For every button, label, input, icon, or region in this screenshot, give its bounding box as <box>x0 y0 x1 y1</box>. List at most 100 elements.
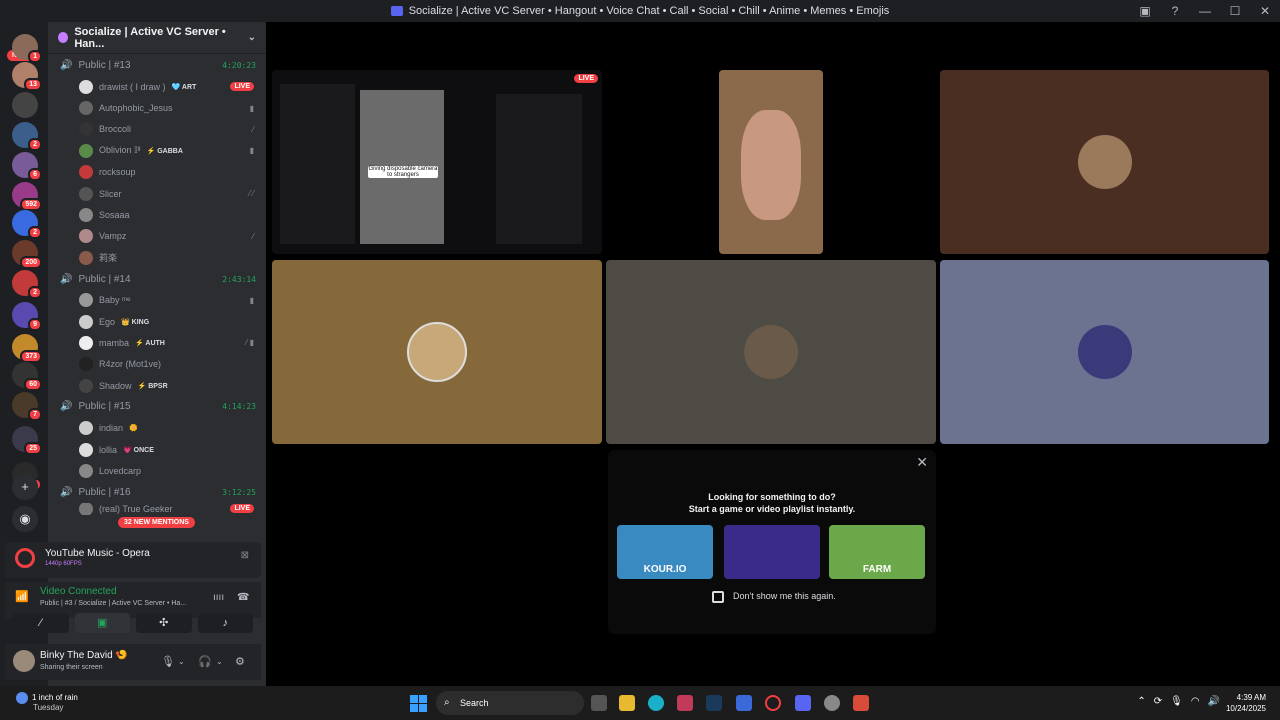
chevron-up-icon[interactable]: ⌃ <box>1137 696 1145 707</box>
server-icon[interactable]: 373 <box>12 334 42 363</box>
server-icon[interactable]: 2 <box>12 122 42 151</box>
voice-user[interactable]: lollia 💗 ONCE <box>48 439 266 460</box>
stream-comments <box>496 94 582 244</box>
game-card[interactable] <box>724 525 820 579</box>
camera-off-button[interactable]: ⁄ <box>13 613 69 633</box>
voice-user[interactable]: R4zor (Mot1ve) <box>48 354 266 375</box>
new-mentions-pill[interactable]: 32 NEW MENTIONS <box>118 517 195 528</box>
voice-channel[interactable]: 🔊 Public | #16 3:12:25 <box>48 482 266 503</box>
minimize-button[interactable]: — <box>1190 4 1220 18</box>
voice-user[interactable]: Sosaaa <box>48 204 266 225</box>
file-explorer-icon[interactable] <box>619 695 635 711</box>
steam-icon[interactable] <box>706 695 722 711</box>
voice-user[interactable]: Shadow ⚡ BPSR <box>48 375 266 396</box>
windows-start-icon[interactable] <box>410 695 427 712</box>
avatar[interactable] <box>13 650 35 672</box>
voice-user[interactable]: (real) True Geeker LIVE <box>48 502 266 515</box>
server-logo-icon <box>58 32 69 43</box>
app-tray-icon[interactable]: ⟳ <box>1154 696 1162 707</box>
server-icon[interactable]: 1 <box>12 34 42 63</box>
voice-channel[interactable]: 🔊 Public | #15 4:14:23 <box>48 396 266 417</box>
weather-widget[interactable]: 1 inch of rain Tuesday <box>16 692 78 712</box>
system-tray: ⌃ ⟳ 🎙 ◠ 🔊 <box>1137 696 1220 707</box>
discover-icon[interactable]: ◉ <box>12 506 38 532</box>
voice-user[interactable]: Oblivion 𝕀ᴵᴵ ⚡ GABBA ▮ <box>48 140 266 161</box>
avatar <box>79 357 93 372</box>
server-icon[interactable]: 6 <box>12 152 42 181</box>
voice-user[interactable]: rocksoup <box>48 162 266 183</box>
server-icon[interactable]: 9 <box>12 302 42 331</box>
participant-tile[interactable] <box>272 260 602 444</box>
stop-stream-icon[interactable]: ⊠ <box>241 550 249 561</box>
task-view-icon[interactable] <box>591 695 607 711</box>
clock[interactable]: 4:39 AM 10/24/2025 <box>1226 692 1266 714</box>
chevron-down-icon[interactable]: ⌄ <box>216 657 223 666</box>
participant-tile[interactable] <box>940 260 1269 444</box>
server-icon[interactable]: 2 <box>12 270 42 299</box>
avatar <box>1077 325 1132 379</box>
voice-user[interactable]: Slicer ⁄ ⁄ <box>48 183 266 204</box>
discord-icon[interactable] <box>795 695 811 711</box>
volume-icon[interactable]: 🔊 <box>1208 696 1220 707</box>
voice-user[interactable]: Vampz ⁄ <box>48 226 266 247</box>
soundboard-button[interactable]: ♪ <box>197 613 253 633</box>
help-icon[interactable]: ? <box>1160 4 1190 18</box>
voice-user[interactable]: Broccoli ⁄ <box>48 119 266 140</box>
maximize-button[interactable]: ☐ <box>1220 4 1250 18</box>
microphone-icon[interactable]: 🎙 <box>1170 696 1183 707</box>
server-icon[interactable]: 592 <box>12 182 42 211</box>
taskbar-search[interactable]: ⌕ Search <box>436 691 584 715</box>
chevron-down-icon[interactable]: ⌄ <box>178 657 185 666</box>
opera-icon[interactable] <box>765 695 781 711</box>
participant-tile[interactable] <box>606 260 936 444</box>
voice-user[interactable]: Autophobic_Jesus ▮ <box>48 97 266 118</box>
voice-user[interactable]: Lovedcarp <box>48 460 266 481</box>
voice-user[interactable]: indian 🌼 <box>48 417 266 438</box>
add-server-icon[interactable]: + <box>12 474 38 500</box>
server-icon[interactable]: 200 <box>12 240 42 269</box>
server-icon[interactable]: 7 <box>12 392 42 421</box>
settings-gear-icon[interactable]: ⚙ <box>235 655 245 668</box>
server-icon[interactable]: 2 <box>12 210 42 239</box>
window-controls: ▣ ? — ☐ ✕ <box>1130 0 1280 22</box>
edge-icon[interactable] <box>648 695 664 711</box>
participant-tile[interactable] <box>940 70 1269 254</box>
close-button[interactable]: ✕ <box>1250 4 1280 18</box>
voice-channel-path[interactable]: Public | #3 / Socialize | Active VC Serv… <box>40 600 186 607</box>
voice-user[interactable]: 莉楽 <box>48 247 266 268</box>
headphones-icon[interactable]: 🎧 <box>198 655 212 668</box>
muted-icon: ⁄ <box>252 124 254 134</box>
server-icon[interactable] <box>12 92 38 118</box>
voice-user[interactable]: Baby ᵐᵉ ▮ <box>48 290 266 311</box>
dont-show-checkbox[interactable] <box>712 591 724 603</box>
voice-user[interactable]: drawist ( I draw ) 🩵 ART LIVE <box>48 76 266 97</box>
server-icon[interactable]: 25 <box>12 426 42 455</box>
voice-channel[interactable]: 🔊 Public | #14 2:43:14 <box>48 269 266 290</box>
microphone-icon[interactable]: 🎙 <box>161 655 175 668</box>
voice-user[interactable]: Ego 👑 KING <box>48 311 266 332</box>
screen-share-button[interactable]: ▣ <box>74 613 130 633</box>
app-icon[interactable] <box>677 695 693 711</box>
camera-icon: ▮ <box>249 295 254 305</box>
server-header[interactable]: Socialize | Active VC Server • Han... ⌄ <box>48 22 266 54</box>
notepad-icon[interactable] <box>736 695 752 711</box>
game-card-kour[interactable]: KOUR.IO <box>617 525 713 579</box>
voice-channel[interactable]: 🔊 Public | #13 4:20:23 <box>48 55 266 76</box>
server-icon[interactable]: 13 <box>12 62 42 91</box>
speaker-icon: 🔊 <box>60 60 73 71</box>
soundboard-icon[interactable]: ıııı <box>213 592 224 603</box>
server-name: Socialize | Active VC Server • Han... <box>74 25 226 50</box>
activities-button[interactable]: ✣ <box>136 613 192 633</box>
app-icon[interactable] <box>853 695 869 711</box>
wifi-icon[interactable]: ◠ <box>1191 696 1200 707</box>
inbox-icon[interactable]: ▣ <box>1130 4 1160 18</box>
screen-share-tile[interactable]: Giving disposable camera to strangers LI… <box>272 70 602 254</box>
avatar <box>79 165 93 180</box>
voice-user[interactable]: mamba ⚡ AUTH ⁄ ▮ <box>48 332 266 353</box>
disconnect-icon[interactable]: ☎ <box>237 592 249 603</box>
server-icon[interactable]: 60 <box>12 362 42 391</box>
game-card-farm[interactable]: FARM <box>829 525 925 579</box>
webcam-tile[interactable] <box>719 70 823 254</box>
obs-icon[interactable] <box>824 695 840 711</box>
close-icon[interactable]: ✕ <box>916 454 928 471</box>
